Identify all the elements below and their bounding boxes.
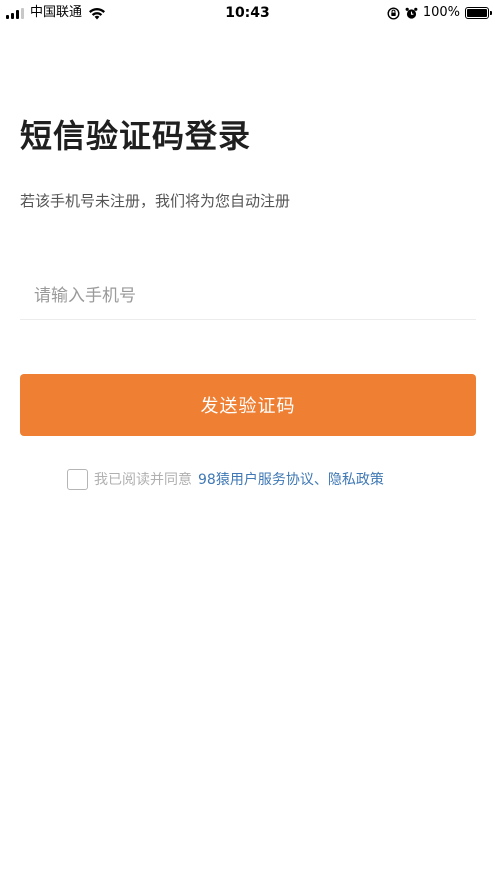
- phone-number-input[interactable]: [20, 272, 476, 320]
- send-code-button[interactable]: 发送验证码: [20, 374, 476, 436]
- agreement-policy-link[interactable]: 98猿用户服务协议、隐私政策: [198, 469, 384, 489]
- alarm-icon: [405, 7, 418, 19]
- status-bar: 中国联通 10:43 100%: [0, 0, 495, 26]
- page-title: 短信验证码登录: [20, 117, 252, 155]
- status-bar-right: 100%: [387, 4, 492, 22]
- agreement-prefix-text: 我已阅读并同意: [94, 472, 192, 488]
- battery-percentage: 100%: [422, 5, 460, 20]
- agreement-row: 我已阅读并同意 98猿用户服务协议、隐私政策: [67, 467, 384, 491]
- orientation-lock-icon: [387, 6, 400, 20]
- page-subtitle: 若该手机号未注册，我们将为您自动注册: [20, 192, 291, 210]
- battery-icon: [465, 7, 492, 19]
- login-screen: 中国联通 10:43 100% 短信验证码登录 若该手机号未注册，我们将为您自动…: [0, 0, 495, 881]
- agreement-checkbox[interactable]: [67, 468, 88, 490]
